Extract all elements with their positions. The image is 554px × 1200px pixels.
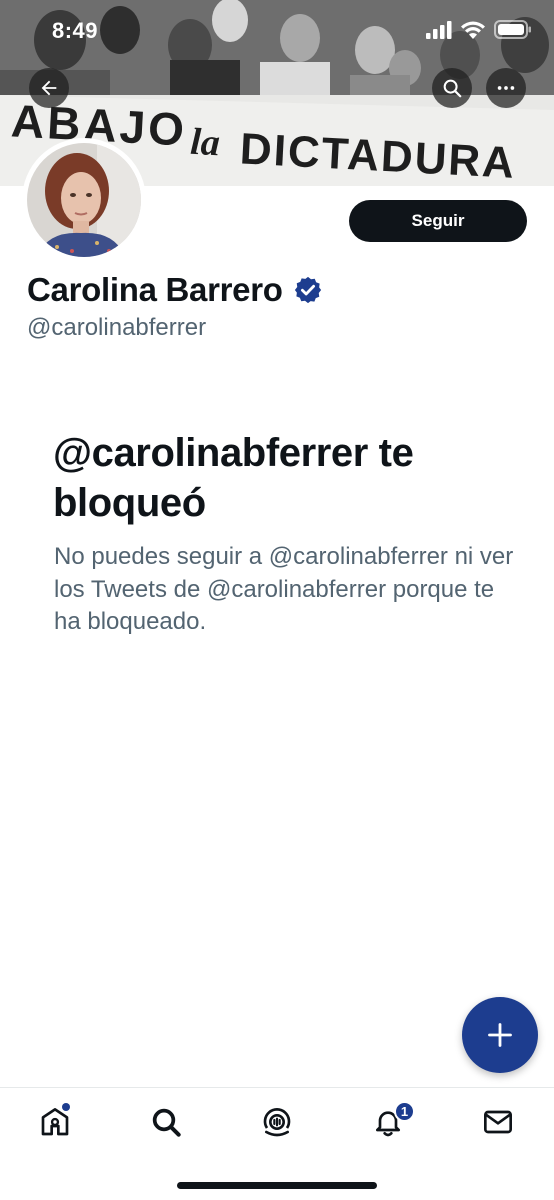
profile-name-row: Carolina Barrero	[27, 271, 323, 309]
follow-button[interactable]: Seguir	[349, 200, 527, 242]
avatar-photo	[27, 143, 141, 257]
profile-handle: @carolinabferrer	[27, 314, 207, 341]
nav-spaces[interactable]	[249, 1102, 305, 1142]
svg-text:la: la	[189, 121, 221, 164]
nav-notifications[interactable]: 1	[360, 1101, 416, 1142]
status-icons	[426, 20, 532, 39]
more-horizontal-icon	[497, 86, 515, 90]
avatar[interactable]	[22, 138, 146, 262]
search-icon	[152, 1108, 181, 1137]
blocked-title: @carolinabferrer te bloqueó	[53, 431, 414, 525]
plus-icon	[488, 1023, 512, 1047]
search-icon	[443, 79, 462, 98]
more-options-button[interactable]	[486, 68, 526, 108]
verified-badge-icon	[294, 276, 321, 304]
profile-name: Carolina Barrero	[27, 271, 283, 308]
home-indicator[interactable]	[177, 1182, 377, 1189]
home-notification-dot	[62, 1103, 70, 1111]
search-profile-button[interactable]	[432, 68, 472, 108]
avatar-image	[27, 143, 141, 257]
spaces-icon	[263, 1108, 291, 1137]
compose-tweet-button[interactable]	[462, 997, 538, 1073]
wifi-icon	[461, 21, 485, 39]
nav-home[interactable]	[27, 1102, 83, 1142]
back-button[interactable]	[29, 68, 69, 108]
status-bar: 8:49	[0, 0, 554, 60]
blocked-description: No puedes seguir a @carolinabferrer ni v…	[54, 543, 514, 635]
cellular-signal-icon	[426, 20, 452, 39]
battery-icon	[494, 20, 531, 39]
arrow-left-icon	[41, 80, 57, 96]
status-time: 8:49	[52, 18, 99, 43]
notifications-badge: 1	[394, 1101, 415, 1122]
nav-messages[interactable]	[470, 1102, 526, 1142]
nav-search[interactable]	[138, 1102, 194, 1142]
mail-icon	[484, 1110, 512, 1134]
